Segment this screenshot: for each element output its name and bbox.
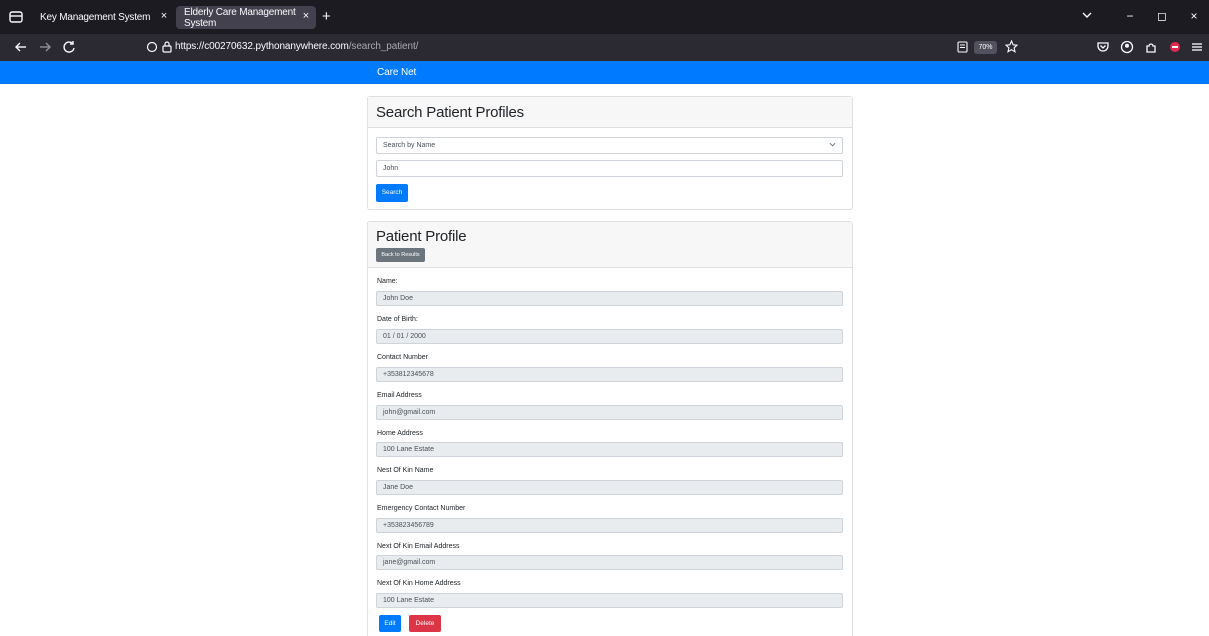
contact-number-field: +353812345678	[376, 367, 843, 382]
reader-view-icon[interactable]	[957, 41, 968, 53]
search-type-select[interactable]: Search by Name	[376, 137, 843, 154]
emergency-contact-label: Emergency Contact Number	[377, 505, 466, 512]
extensions-icon[interactable]	[1144, 40, 1158, 54]
search-input[interactable]: John	[376, 160, 843, 177]
next-of-kin-name-label: Nest Of Kin Name	[377, 467, 434, 474]
delete-button[interactable]: Delete	[409, 615, 441, 632]
search-button[interactable]: Search	[376, 184, 408, 202]
back-arrow-icon[interactable]	[14, 40, 28, 54]
next-of-kin-name-field: Jane Doe	[376, 480, 843, 495]
dob-label: Date of Birth:	[377, 316, 418, 323]
profile-title: Patient Profile	[376, 228, 467, 245]
firefox-view-icon[interactable]	[8, 9, 24, 25]
url-path: /search_patient/	[348, 41, 419, 52]
dob-field: 01 / 01 / 2000	[376, 329, 843, 344]
extension-record-icon[interactable]	[1168, 40, 1182, 54]
browser-tab-bar: Key Management System × Elderly Care Man…	[0, 0, 1209, 34]
navbar-brand[interactable]: Care Net	[377, 67, 416, 78]
kin-email-label: Next Of Kin Email Address	[377, 543, 460, 550]
lock-icon[interactable]	[161, 40, 173, 53]
reload-icon[interactable]	[62, 40, 76, 54]
minimize-window-icon[interactable]: −	[1124, 9, 1136, 23]
chevron-down-icon	[829, 142, 836, 147]
bookmark-star-icon[interactable]	[1005, 40, 1018, 53]
email-field: john@gmail.com	[376, 405, 843, 420]
tab-title: Elderly Care Management System	[184, 6, 296, 29]
new-tab-button[interactable]: +	[322, 8, 331, 25]
home-address-field: 100 Lane Estate	[376, 442, 843, 457]
kin-home-address-label: Next Of Kin Home Address	[377, 580, 461, 587]
url-text: https://c00270632.pythonanywhere.com/sea…	[175, 41, 418, 52]
profile-card-header: Patient Profile Back to Results	[368, 222, 852, 268]
app-navbar: Care Net	[0, 61, 1209, 84]
shield-icon[interactable]	[146, 41, 158, 53]
search-title: Search Patient Profiles	[376, 104, 524, 121]
emergency-contact-field: +353823456789	[376, 518, 843, 533]
tab-title: Key Management System	[40, 12, 151, 23]
kin-email-field: jane@gmail.com	[376, 555, 843, 570]
close-tab-icon[interactable]: ×	[303, 10, 309, 22]
kin-home-address-field: 100 Lane Estate	[376, 593, 843, 608]
home-address-label: Home Address	[377, 430, 423, 437]
name-label: Name:	[377, 278, 398, 285]
list-all-tabs-icon[interactable]	[1081, 9, 1093, 21]
tab-key-management[interactable]: Key Management System ×	[32, 6, 174, 29]
address-bar[interactable]: https://c00270632.pythonanywhere.com/sea…	[141, 37, 1021, 58]
patient-profile-card: Patient Profile Back to Results Name: Jo…	[367, 221, 853, 636]
email-label: Email Address	[377, 392, 422, 399]
back-to-results-button[interactable]: Back to Results	[376, 248, 425, 262]
menu-hamburger-icon[interactable]	[1190, 40, 1204, 54]
close-tab-icon[interactable]: ×	[161, 10, 167, 22]
browser-toolbar: https://c00270632.pythonanywhere.com/sea…	[0, 34, 1209, 61]
contact-number-label: Contact Number	[377, 354, 428, 361]
zoom-level-badge[interactable]: 70%	[974, 41, 997, 54]
restore-window-icon[interactable]: ◻	[1156, 9, 1168, 23]
edit-button[interactable]: Edit	[379, 615, 401, 632]
close-window-icon[interactable]: ×	[1188, 9, 1200, 23]
pocket-icon[interactable]	[1096, 40, 1110, 54]
select-value: Search by Name	[383, 142, 436, 149]
search-card-header: Search Patient Profiles	[368, 97, 852, 128]
tab-elderly-care[interactable]: Elderly Care Management System ×	[176, 6, 316, 29]
account-icon[interactable]	[1120, 40, 1134, 54]
search-card: Search Patient Profiles Search by Name J…	[367, 96, 853, 210]
url-host: https://c00270632.pythonanywhere.com	[175, 41, 349, 52]
forward-arrow-icon[interactable]	[38, 40, 52, 54]
name-field: John Doe	[376, 291, 843, 306]
